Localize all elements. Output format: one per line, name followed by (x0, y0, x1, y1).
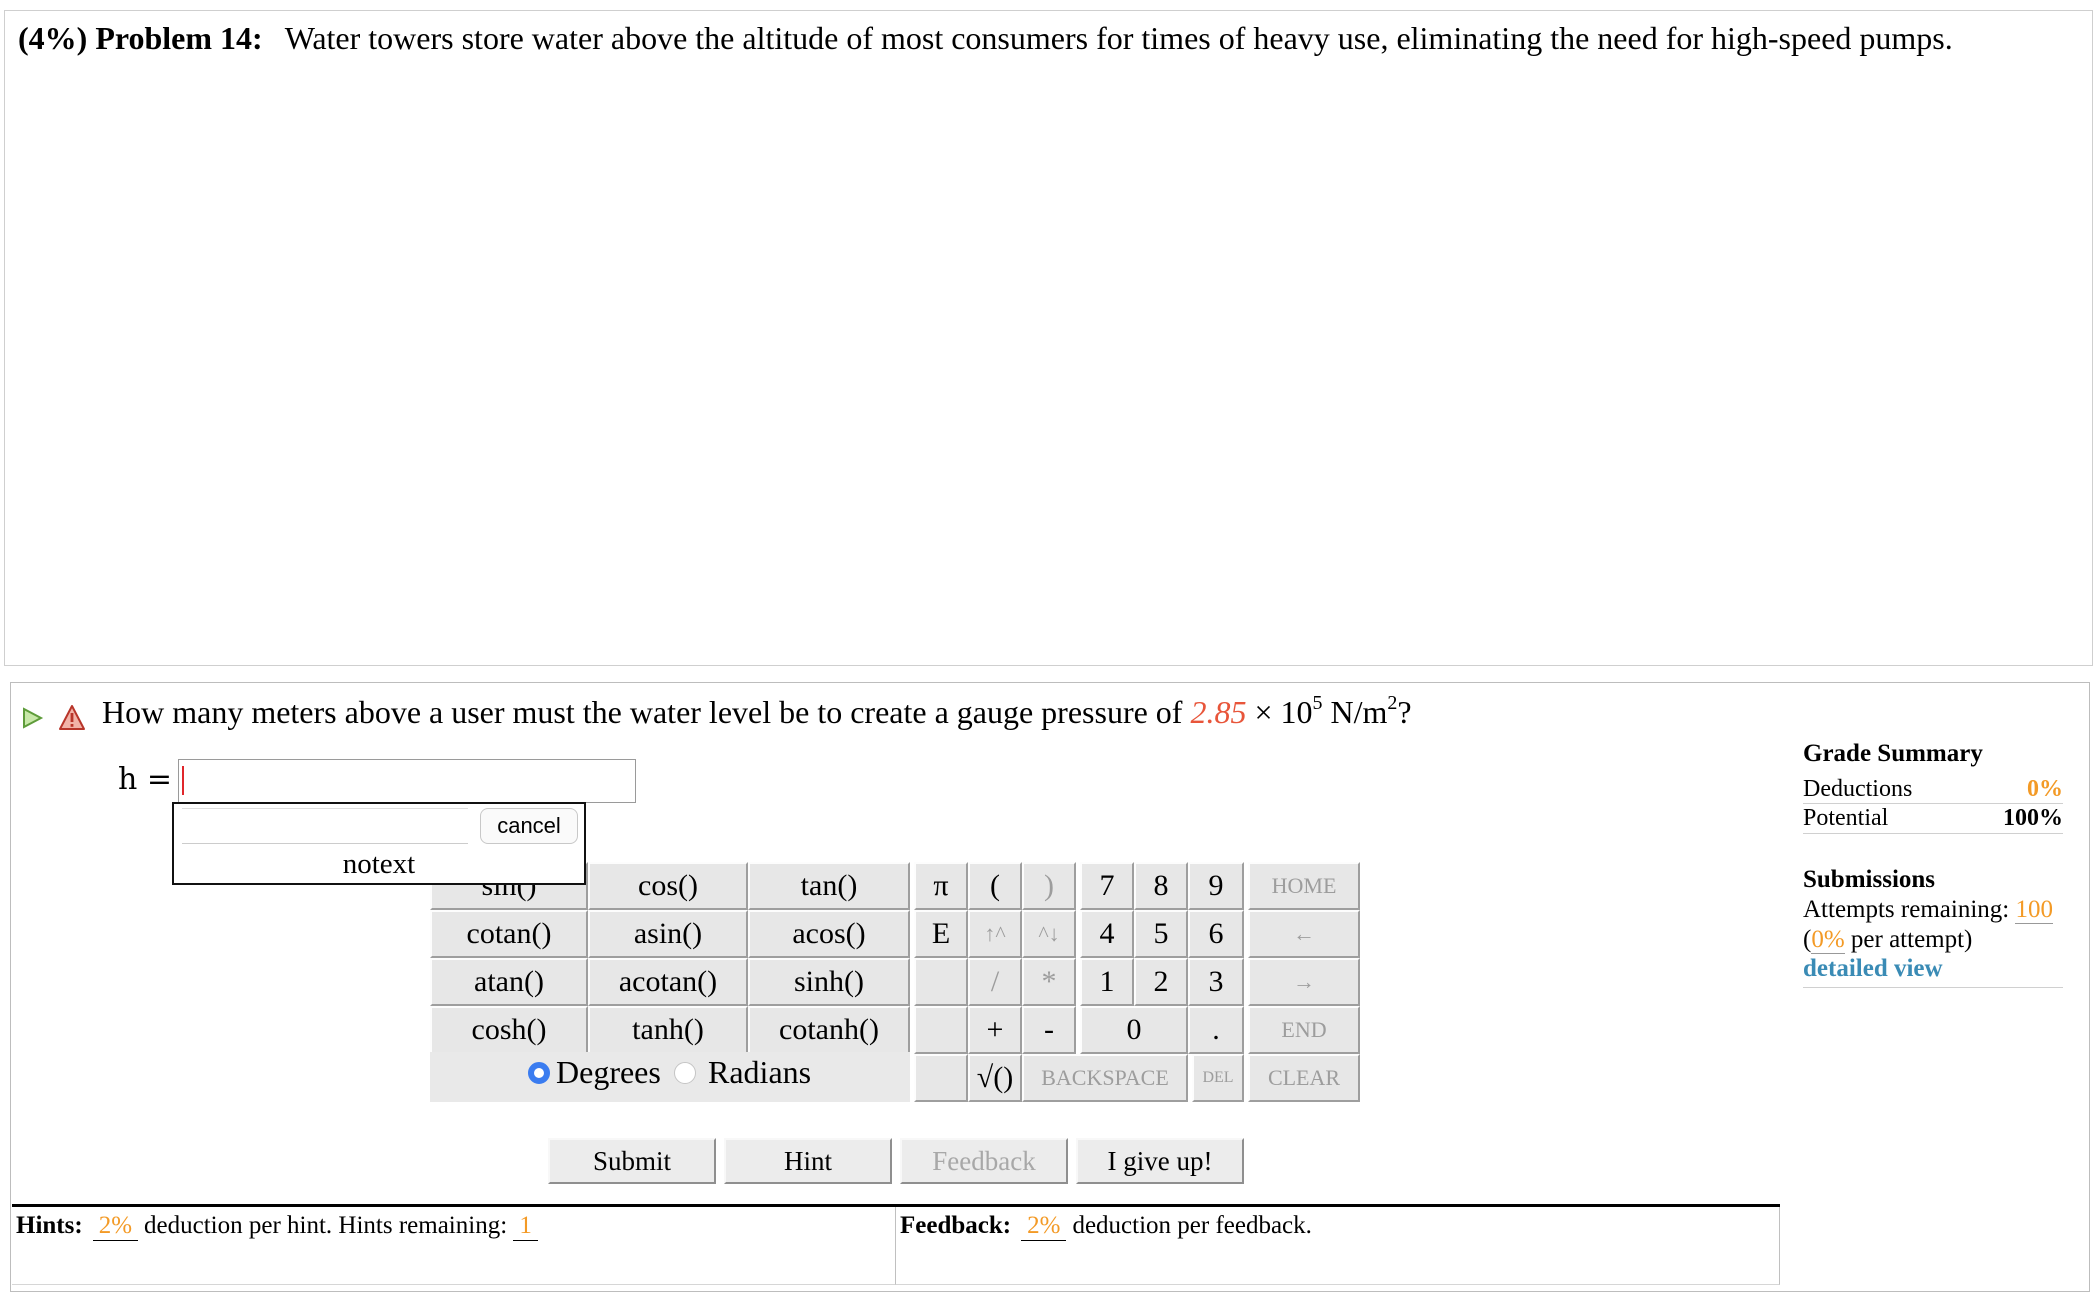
per-attempt-value: 0% (1811, 926, 1845, 954)
potential-value: 100% (2003, 805, 2063, 831)
key-power-up[interactable]: ↑^ (968, 910, 1022, 958)
key-home[interactable]: HOME (1248, 862, 1360, 910)
key-blank-2 (914, 1006, 968, 1054)
key-4[interactable]: 4 (1080, 910, 1134, 958)
key-cos[interactable]: cos() (588, 862, 748, 910)
key-3[interactable]: 3 (1188, 958, 1244, 1006)
key-divide[interactable]: / (968, 958, 1022, 1006)
key-cosh[interactable]: cosh() (430, 1006, 588, 1054)
key-paren-open[interactable]: ( (968, 862, 1022, 910)
key-0[interactable]: 0 (1080, 1006, 1188, 1054)
deductions-label: Deductions (1803, 776, 1913, 802)
key-6[interactable]: 6 (1188, 910, 1244, 958)
submit-button[interactable]: Submit (548, 1138, 716, 1184)
key-backspace[interactable]: BACKSPACE (1022, 1054, 1188, 1102)
key-asin[interactable]: asin() (588, 910, 748, 958)
feedback-info: Feedback: 2% deduction per feedback. (900, 1212, 1312, 1241)
key-power-down[interactable]: ^↓ (1022, 910, 1076, 958)
problem-label: (4%) Problem 14: (18, 20, 263, 56)
given-value: 2.85 (1190, 694, 1247, 730)
key-clear[interactable]: CLEAR (1248, 1054, 1360, 1102)
play-icon[interactable] (20, 706, 44, 730)
key-2[interactable]: 2 (1134, 958, 1188, 1006)
potential-row: Potential 100% (1803, 805, 2063, 832)
deductions-value: 0% (2027, 776, 2063, 802)
feedback-deduction: 2% (1021, 1212, 1067, 1241)
text-caret (182, 766, 184, 795)
key-blank-3 (914, 1054, 968, 1102)
divider (1803, 803, 2063, 804)
feedback-button[interactable]: Feedback (900, 1138, 1068, 1184)
key-dot[interactable]: . (1188, 1006, 1244, 1054)
key-tan[interactable]: tan() (748, 862, 910, 910)
popup-input[interactable] (182, 808, 468, 844)
key-minus[interactable]: - (1022, 1006, 1076, 1054)
key-9[interactable]: 9 (1188, 862, 1244, 910)
key-acos[interactable]: acos() (748, 910, 910, 958)
key-8[interactable]: 8 (1134, 862, 1188, 910)
key-end[interactable]: END (1248, 1006, 1360, 1054)
give-up-button[interactable]: I give up! (1076, 1138, 1244, 1184)
per-attempt: (0% per attempt) (1803, 926, 1973, 954)
hint-button[interactable]: Hint (724, 1138, 892, 1184)
problem-header: (4%) Problem 14: Water towers store water… (18, 20, 1953, 57)
key-cotan[interactable]: cotan() (430, 910, 588, 958)
answer-input[interactable] (178, 759, 636, 803)
key-e[interactable]: E (914, 910, 968, 958)
key-sinh[interactable]: sinh() (748, 958, 910, 1006)
feedback-label: Feedback: (900, 1212, 1012, 1239)
divider (1803, 987, 2063, 988)
attempts-remaining: Attempts remaining: 100 (1803, 896, 2053, 924)
key-del[interactable]: DEL (1192, 1054, 1244, 1102)
radians-radio[interactable] (674, 1062, 696, 1084)
variable-label: h = (118, 762, 172, 797)
key-acotan[interactable]: acotan() (588, 958, 748, 1006)
deductions-row: Deductions 0% (1803, 776, 2063, 803)
hints-label: Hints: (16, 1212, 83, 1239)
question-text: How many meters above a user must the wa… (102, 692, 1412, 730)
degrees-label: Degrees (556, 1054, 661, 1090)
problem-panel (4, 10, 2093, 666)
popup-cancel-button[interactable]: cancel (480, 808, 578, 844)
key-sqrt[interactable]: √() (968, 1054, 1022, 1102)
radians-label: Radians (708, 1054, 812, 1090)
key-5[interactable]: 5 (1134, 910, 1188, 958)
key-pi[interactable]: π (914, 862, 968, 910)
angle-mode-row (430, 1052, 910, 1102)
key-left-arrow[interactable]: ← (1248, 910, 1360, 958)
key-paren-close[interactable]: ) (1022, 862, 1076, 910)
key-multiply[interactable]: * (1022, 958, 1076, 1006)
key-cotanh[interactable]: cotanh() (748, 1006, 910, 1054)
detailed-view-link[interactable]: detailed view (1803, 955, 1943, 983)
key-atan[interactable]: atan() (430, 958, 588, 1006)
grade-summary-title: Grade Summary (1803, 740, 1983, 767)
degrees-radio[interactable] (528, 1062, 550, 1084)
problem-statement: Water towers store water above the altit… (284, 20, 1953, 56)
warning-icon (59, 705, 85, 730)
attempts-value: 100 (2015, 896, 2053, 924)
potential-label: Potential (1803, 805, 1889, 831)
hints-info: Hints: 2% deduction per hint. Hints remain… (16, 1212, 544, 1241)
key-1[interactable]: 1 (1080, 958, 1134, 1006)
hints-deduction: 2% (92, 1212, 139, 1241)
divider (1803, 833, 2063, 834)
key-7[interactable]: 7 (1080, 862, 1134, 910)
key-tanh[interactable]: tanh() (588, 1006, 748, 1054)
popup-notext: notext (342, 848, 416, 880)
key-right-arrow[interactable]: → (1248, 958, 1360, 1006)
submissions-title: Submissions (1803, 866, 1936, 893)
hints-remaining: 1 (513, 1212, 538, 1241)
key-blank-1 (914, 958, 968, 1006)
key-plus[interactable]: + (968, 1006, 1022, 1054)
symbol-popup: cancel notext (172, 802, 586, 885)
